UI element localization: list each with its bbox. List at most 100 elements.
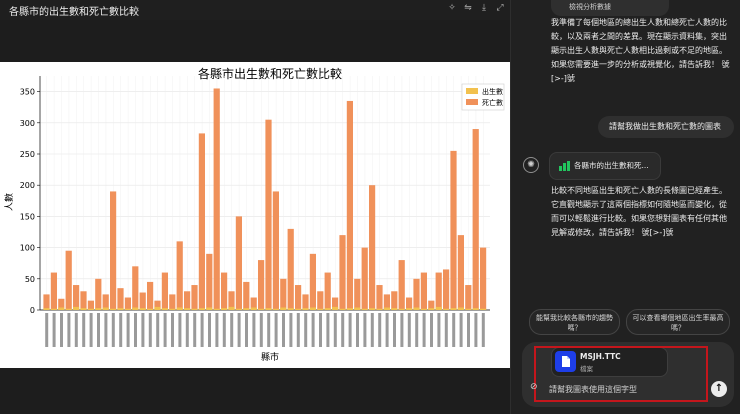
x-tick-label [452,313,456,347]
bar-births [235,308,242,310]
chart-attachment-chip[interactable]: 各縣市的出生數和死... [549,152,661,180]
analysis-pill-label: 檢視分析數據 [569,3,611,11]
x-axis-label: 縣市 [261,351,279,363]
bar-births [398,308,405,310]
bar-deaths [139,292,146,310]
chart-window-title: 各縣市的出生數和死亡數比較 [9,7,139,18]
bar-births [272,308,279,310]
x-tick-label [274,313,278,347]
bar-deaths [472,129,479,310]
bar-deaths [465,285,472,310]
x-tick-label [370,313,374,347]
bar-births [102,307,109,310]
legend-swatch-deaths [466,99,478,105]
bar-deaths [110,191,117,310]
x-tick-label [378,313,382,347]
bar-births [221,308,228,310]
bar-births [450,308,457,310]
x-tick-label [259,313,263,347]
bar-deaths [43,294,50,310]
x-tick-label [422,313,426,347]
x-tick-label [252,313,256,347]
bar-deaths [413,278,420,310]
bar-births [87,308,94,310]
x-tick-label [333,313,337,347]
x-tick-label [60,313,63,347]
bar-births [332,306,339,310]
bar-births [132,307,139,310]
bar-deaths [272,191,279,310]
message-input[interactable]: 請幫我圖表使用這個字型 [549,384,637,395]
assistant-message-1: 我準備了每個地區的總出生人數和總死亡人數的比較，以及兩者之間的差異。現在顯示資料… [551,18,730,83]
bar-deaths [258,260,265,310]
x-tick-label [67,313,71,347]
x-tick-label [237,313,241,347]
suggestion-highest-birth-rate[interactable]: 可以查看哪個地區出生率最高嗎？ [626,309,730,335]
send-button[interactable]: ↑ [711,381,727,397]
chart-image: 各縣市出生數和死亡數比較 人數 縣市 0 50 100 150 200 250 300 350… [0,62,510,368]
x-tick-label [230,313,234,347]
bar-deaths [480,247,487,310]
bar-births [435,306,442,310]
bar-chart: 各縣市出生數和死亡數比較 人數 縣市 050100150200250300350… [3,66,505,363]
bar-deaths [406,297,413,310]
bar-deaths [346,100,353,311]
bar-births [191,308,198,310]
x-tick-label [148,313,152,347]
analysis-pill[interactable]: 檢視分析數據 [551,0,669,16]
x-tick-label [393,313,396,347]
bar-deaths [354,278,361,310]
bar-births [80,308,87,310]
bar-deaths [213,88,220,310]
x-tick-label [311,313,315,347]
bar-deaths [420,272,427,310]
bar-births [480,308,487,310]
bar-births [117,308,124,310]
bar-deaths [221,272,228,310]
x-tick-label [193,313,197,347]
bar-births [420,308,427,310]
x-tick-label [319,313,322,347]
bar-deaths [435,272,442,310]
bar-deaths [206,253,213,310]
assistant-message-2: 比較不同地區出生和死亡人數的長條圖已經產生。它直觀地顯示了這兩個指標如何隨地區而… [551,186,727,237]
x-tick-label [156,313,160,347]
y-tick-label: 100 [20,244,35,253]
bar-deaths [287,228,294,310]
bar-births [110,308,117,310]
bar-deaths [457,235,464,310]
x-tick-label [437,313,441,347]
attach-icon[interactable]: ⊘ [530,382,538,392]
bar-deaths [73,285,80,310]
y-tick-label: 300 [20,119,35,128]
bar-deaths [184,291,191,310]
download-icon[interactable]: ⤓ [479,3,489,13]
bar-births [317,308,324,310]
x-tick-label [141,313,145,347]
bar-deaths [124,297,131,310]
expand-icon[interactable]: ⤢ [495,3,505,13]
y-tick-label: 250 [20,150,35,159]
suggestion-compare-trends[interactable]: 能幫我比較各縣市的趨勢嗎？ [529,309,620,335]
bar-births [376,308,383,310]
bar-deaths [295,285,302,310]
bar-deaths [369,185,376,310]
y-tick-label: 350 [20,88,35,97]
bar-births [184,308,191,310]
bar-deaths [80,291,87,310]
y-tick-label: 200 [20,181,35,190]
x-tick-label [97,313,100,347]
wand-icon[interactable]: ✧ [447,3,457,13]
bar-births [206,307,213,310]
x-tick-label [178,313,182,347]
bar-deaths [376,285,383,310]
x-tick-label [385,313,389,347]
bar-deaths [65,250,72,310]
sliders-icon[interactable]: ⇋ [463,3,473,13]
x-tick-label [348,313,352,347]
chart-panel: 各縣市的出生數和死亡數比較 ✧ ⇋ ⤓ ⤢ 各縣市出生數和死亡數比較 人數 縣市… [0,0,510,414]
bar-births [250,307,257,310]
chart-chip-label: 各縣市的出生數和死... [574,161,649,170]
x-tick-label [467,313,470,347]
y-axis-label: 人數 [3,193,15,211]
